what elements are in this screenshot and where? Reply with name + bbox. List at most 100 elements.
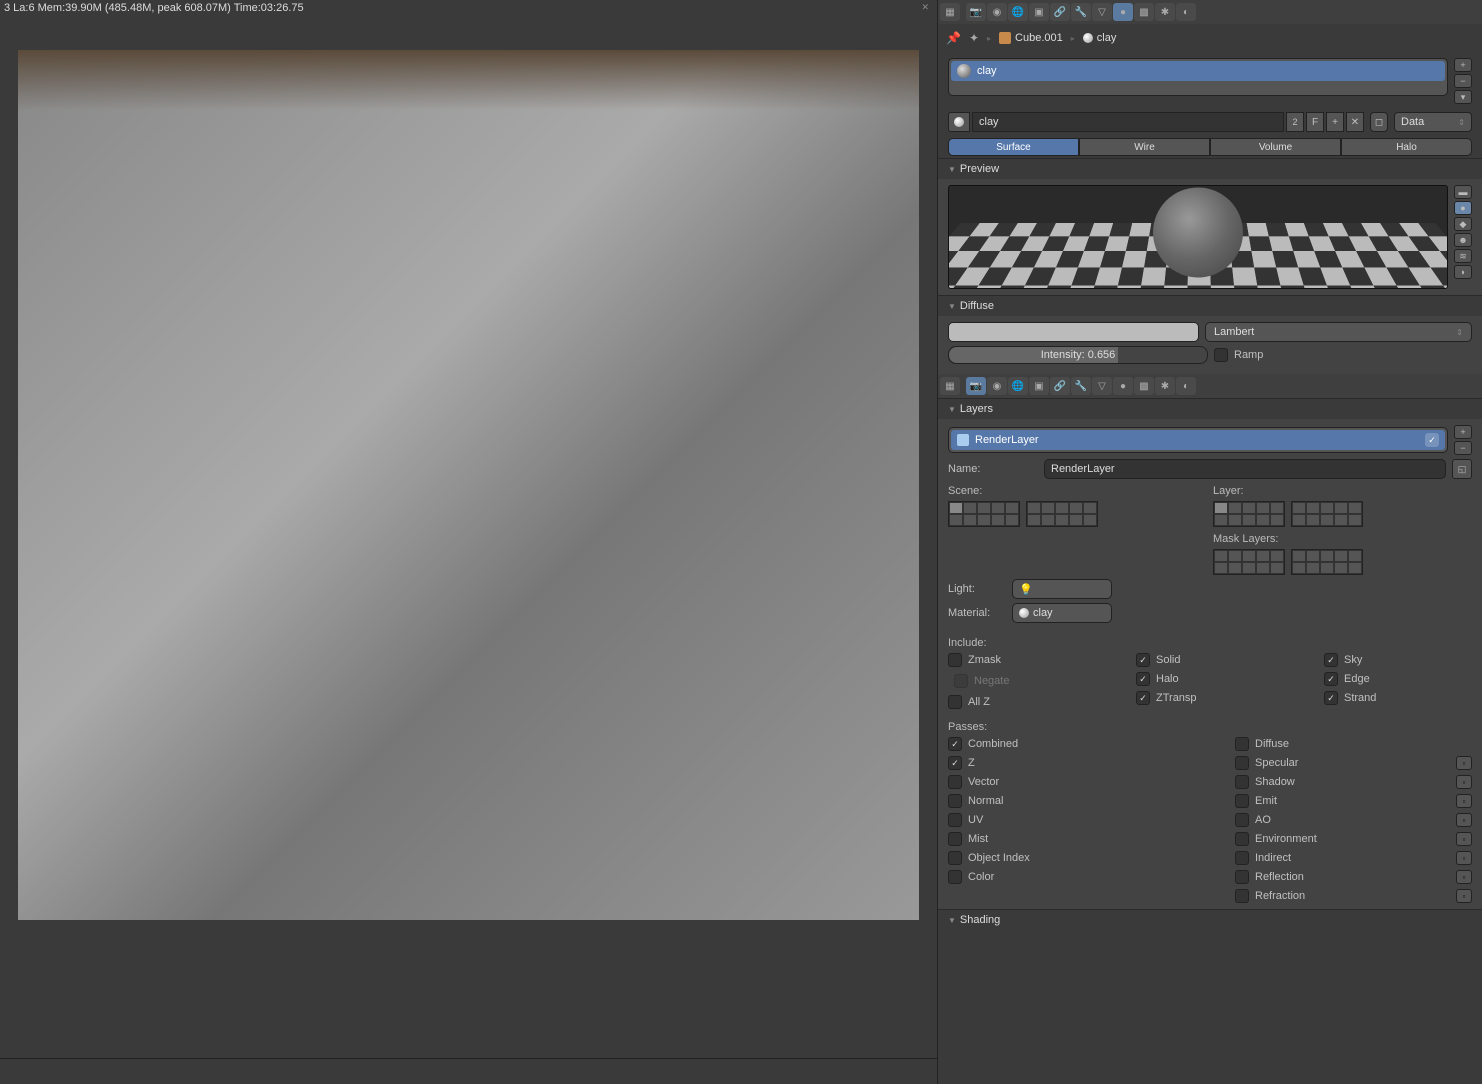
preview-monkey-icon[interactable]: ☻ xyxy=(1454,233,1472,247)
new-material-button[interactable]: + xyxy=(1326,112,1344,132)
include-ztransp[interactable]: ZTransp xyxy=(1136,691,1284,705)
slot-menu-button[interactable]: ▾ xyxy=(1454,90,1472,104)
tab-wire[interactable]: Wire xyxy=(1079,138,1210,156)
include-halo[interactable]: Halo xyxy=(1136,672,1284,686)
exclude-emit-button[interactable]: ▫ xyxy=(1456,794,1472,808)
material-name-field[interactable] xyxy=(972,112,1284,132)
pass-ao[interactable]: AO xyxy=(1235,813,1271,827)
diffuse-shader-select[interactable]: Lambert xyxy=(1205,322,1472,342)
texture-tab-icon[interactable]: ▩ xyxy=(1134,3,1154,21)
pass-diffuse[interactable]: Diffuse xyxy=(1235,737,1472,751)
pass-specular[interactable]: Specular xyxy=(1235,756,1298,770)
add-renderlayer-button[interactable]: + xyxy=(1454,425,1472,439)
physics-tab-icon[interactable]: ◐ xyxy=(1176,3,1196,21)
physics-tab-icon[interactable]: ◐ xyxy=(1176,377,1196,395)
world-tab-icon[interactable]: 🌐 xyxy=(1008,3,1028,21)
pass-normal[interactable]: Normal xyxy=(948,794,1185,808)
pass-mist[interactable]: Mist xyxy=(948,832,1185,846)
material-link-select[interactable]: Data xyxy=(1394,112,1472,132)
render-tab-icon[interactable]: 📷 xyxy=(966,3,986,21)
exclude-shadow-button[interactable]: ▫ xyxy=(1456,775,1472,789)
texture-tab-icon[interactable]: ▩ xyxy=(1134,377,1154,395)
preview-panel-header[interactable]: Preview xyxy=(938,158,1482,179)
editor-type-icon[interactable]: ▦ xyxy=(940,3,960,21)
render-tab-icon[interactable]: 📷 xyxy=(966,377,986,395)
shading-panel-header[interactable]: Shading xyxy=(938,909,1482,930)
single-layer-button[interactable]: ◱ xyxy=(1452,459,1472,479)
mask-grid-b[interactable] xyxy=(1291,549,1363,575)
pass-uv[interactable]: UV xyxy=(948,813,1185,827)
pin-icon[interactable]: 📌 xyxy=(946,31,961,45)
preview-flat-icon[interactable]: ▬ xyxy=(1454,185,1472,199)
add-slot-button[interactable]: + xyxy=(1454,58,1472,72)
user-count[interactable]: 2 xyxy=(1286,112,1304,132)
exclude-reflection-button[interactable]: ▫ xyxy=(1456,870,1472,884)
include-zmask[interactable]: Zmask xyxy=(948,653,1096,667)
exclude-specular-button[interactable]: ▫ xyxy=(1456,756,1472,770)
scene-layers-grid-b[interactable] xyxy=(1026,501,1098,527)
pass-combined[interactable]: Combined xyxy=(948,737,1185,751)
node-toggle-icon[interactable]: ◻ xyxy=(1370,112,1388,132)
exclude-indirect-button[interactable]: ▫ xyxy=(1456,851,1472,865)
exclude-ao-button[interactable]: ▫ xyxy=(1456,813,1472,827)
renderlayer-name-field[interactable] xyxy=(1044,459,1446,479)
pass-color[interactable]: Color xyxy=(948,870,1185,884)
object-tab-icon[interactable]: ▣ xyxy=(1029,3,1049,21)
breadcrumb-object[interactable]: Cube.001 xyxy=(999,32,1063,44)
include-allz[interactable]: All Z xyxy=(948,695,1096,709)
world-tab-icon[interactable]: 🌐 xyxy=(1008,377,1028,395)
pass-shadow[interactable]: Shadow xyxy=(1235,775,1295,789)
preview-cube-icon[interactable]: ◆ xyxy=(1454,217,1472,231)
image-header[interactable] xyxy=(0,1058,937,1084)
layer-grid-b[interactable] xyxy=(1291,501,1363,527)
data-tab-icon[interactable]: ▽ xyxy=(1092,377,1112,395)
diffuse-color-swatch[interactable] xyxy=(948,322,1199,342)
constraints-tab-icon[interactable]: 🔗 xyxy=(1050,3,1070,21)
exclude-refraction-button[interactable]: ▫ xyxy=(1456,889,1472,903)
diffuse-intensity-slider[interactable]: Intensity: 0.656 xyxy=(948,346,1208,364)
exclude-env-button[interactable]: ▫ xyxy=(1456,832,1472,846)
layer-grid-a[interactable] xyxy=(1213,501,1285,527)
pass-refraction[interactable]: Refraction xyxy=(1235,889,1305,903)
data-tab-icon[interactable]: ▽ xyxy=(1092,3,1112,21)
material-slot-item[interactable]: clay xyxy=(951,61,1445,81)
fake-user-button[interactable]: F xyxy=(1306,112,1324,132)
preview-sky-icon[interactable]: ◗ xyxy=(1454,265,1472,279)
pass-reflection[interactable]: Reflection xyxy=(1235,870,1304,884)
remove-slot-button[interactable]: − xyxy=(1454,74,1472,88)
object-tab-icon[interactable]: ▣ xyxy=(1029,377,1049,395)
preview-sphere-icon[interactable]: ● xyxy=(1454,201,1472,215)
include-solid[interactable]: Solid xyxy=(1136,653,1284,667)
tab-halo[interactable]: Halo xyxy=(1341,138,1472,156)
scene-layers-grid-a[interactable] xyxy=(948,501,1020,527)
pass-z[interactable]: Z xyxy=(948,756,1185,770)
pass-objindex[interactable]: Object Index xyxy=(948,851,1185,865)
render-viewport[interactable] xyxy=(0,14,937,1058)
constraints-tab-icon[interactable]: 🔗 xyxy=(1050,377,1070,395)
scene-tab-icon[interactable]: ◉ xyxy=(987,3,1007,21)
tab-volume[interactable]: Volume xyxy=(1210,138,1341,156)
preview-hair-icon[interactable]: ≋ xyxy=(1454,249,1472,263)
modifiers-tab-icon[interactable]: 🔧 xyxy=(1071,377,1091,395)
pass-vector[interactable]: Vector xyxy=(948,775,1185,789)
render-layer-list[interactable]: RenderLayer xyxy=(948,427,1448,453)
material-slot-list[interactable]: clay xyxy=(948,58,1448,96)
tab-surface[interactable]: Surface xyxy=(948,138,1079,156)
light-override-select[interactable]: 💡 xyxy=(1012,579,1112,599)
unlink-material-button[interactable]: ✕ xyxy=(1346,112,1364,132)
close-icon[interactable]: ✕ xyxy=(921,2,929,13)
breadcrumb-material[interactable]: clay xyxy=(1083,32,1117,44)
modifiers-tab-icon[interactable]: 🔧 xyxy=(1071,3,1091,21)
editor-type-icon[interactable]: ▦ xyxy=(940,377,960,395)
mask-grid-a[interactable] xyxy=(1213,549,1285,575)
include-strand[interactable]: Strand xyxy=(1324,691,1472,705)
pass-emit[interactable]: Emit xyxy=(1235,794,1277,808)
diffuse-panel-header[interactable]: Diffuse xyxy=(938,295,1482,316)
include-edge[interactable]: Edge xyxy=(1324,672,1472,686)
material-override-select[interactable]: clay xyxy=(1012,603,1112,623)
particles-tab-icon[interactable]: ✱ xyxy=(1155,377,1175,395)
pass-environment[interactable]: Environment xyxy=(1235,832,1317,846)
diffuse-ramp-toggle[interactable]: Ramp xyxy=(1214,348,1472,362)
remove-renderlayer-button[interactable]: − xyxy=(1454,441,1472,455)
render-layer-item[interactable]: RenderLayer xyxy=(951,430,1445,450)
